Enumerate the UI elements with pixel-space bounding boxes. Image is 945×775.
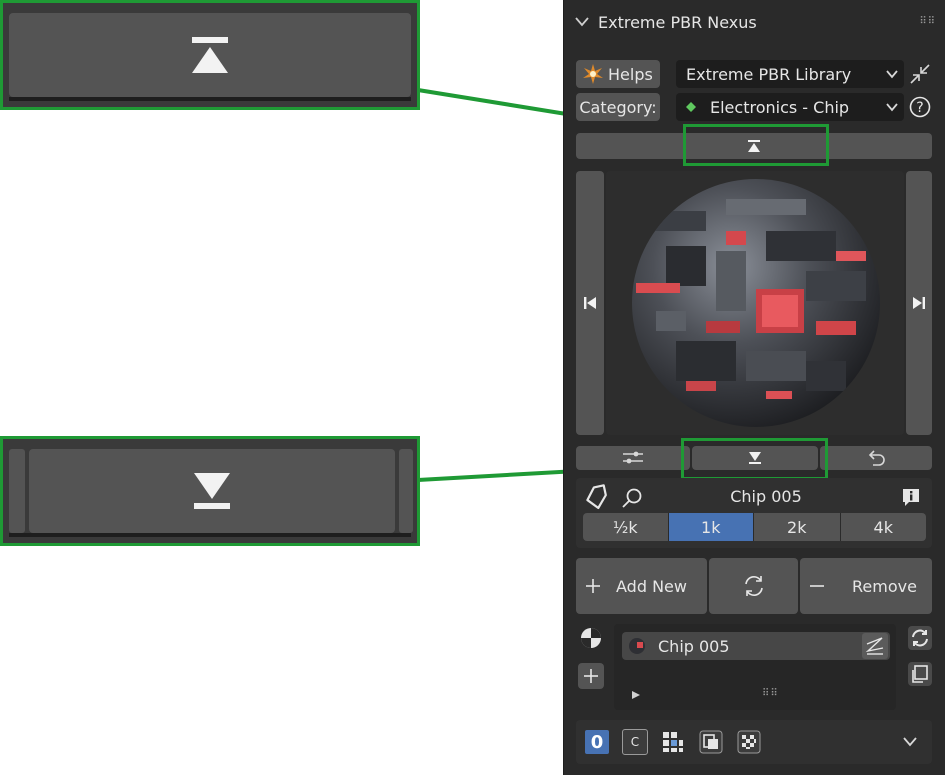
panel-title: Extreme PBR Nexus [598,12,757,32]
add-new-label: Add New [616,576,687,596]
slot-index-badge[interactable]: 0 [585,730,609,754]
next-material-button[interactable] [906,171,932,435]
stack-icon[interactable] [698,729,724,755]
add-new-button[interactable]: Add New [576,558,707,614]
category-label-box: Category: [576,93,660,121]
info-icon[interactable] [900,486,922,508]
resolution-option-1k[interactable]: 1k [668,513,754,541]
collapse-highlight [683,124,829,166]
library-value: Extreme PBR Library [686,64,852,84]
resolution-option-2k[interactable]: 2k [754,513,841,541]
helps-button[interactable]: Helps [576,60,660,88]
zoom-callout-expand [0,436,420,546]
resolution-selector: ½k 1k 2k 4k [583,513,926,541]
undo-icon [865,449,887,467]
refresh-button[interactable] [709,558,798,614]
material-slot-row[interactable]: Chip 005 [622,632,890,660]
category-label: Category: [579,97,657,117]
svg-text:?: ? [916,100,923,116]
helps-label: Helps [608,64,653,84]
chevron-down-icon [886,102,898,112]
drag-handle-icon[interactable]: ⠿⠿ [919,16,936,27]
minus-icon [810,579,824,593]
help-icon[interactable]: ? [908,95,932,119]
settings-tab[interactable] [576,446,690,470]
sliders-icon [622,450,644,466]
diamond-icon [686,102,696,112]
expand-triangle-icon[interactable] [630,689,642,701]
collapse-up-icon [190,35,230,75]
material-thumb-icon [628,637,646,655]
library-select[interactable]: Extreme PBR Library [676,60,904,88]
zoom-callout-collapse [0,0,420,110]
tag-icon[interactable] [584,484,610,510]
category-value: Electronics - Chip [710,97,850,117]
slot-material-name: Chip 005 [658,636,730,656]
remove-button[interactable]: Remove [800,558,932,614]
chevron-down-icon[interactable] [574,14,590,30]
expand-highlight [681,438,828,480]
plus-icon [586,579,600,593]
extreme-pbr-panel: Extreme PBR Nexus ⠿⠿ Helps Extreme PBR L… [563,0,945,775]
skip-previous-icon [583,296,597,310]
material-sphere-icon[interactable] [578,625,604,651]
resize-handle-icon[interactable]: ⠿⠿ [762,688,779,699]
chevron-down-icon[interactable] [900,733,920,751]
collapse-arrows-icon[interactable] [908,62,932,86]
remove-label: Remove [852,576,917,596]
zoom-collapse-button [9,13,411,97]
resolution-option-half[interactable]: ½k [583,513,669,541]
grid-icon[interactable] [660,729,686,755]
refresh-icon [742,574,766,598]
material-name: Chip 005 [730,487,802,506]
fake-user-icon[interactable] [862,633,888,659]
material-preview[interactable] [606,171,904,435]
chevron-down-icon [886,69,898,79]
search-icon[interactable] [620,486,644,510]
add-slot-button[interactable] [578,663,604,689]
sync-icon[interactable] [906,624,934,652]
category-select[interactable]: Electronics - Chip [676,93,904,121]
expand-down-icon [192,471,232,511]
zoom-expand-button [29,449,395,533]
checker-icon[interactable] [736,729,762,755]
duplicate-icon[interactable] [906,660,934,688]
burst-icon [582,63,604,85]
panel-header[interactable]: Extreme PBR Nexus ⠿⠿ [564,0,945,44]
undo-tab[interactable] [820,446,932,470]
previous-material-button[interactable] [576,171,604,435]
plus-icon [584,669,598,683]
material-sphere-image [632,179,880,427]
c-button[interactable]: C [622,729,648,755]
resolution-option-4k[interactable]: 4k [841,513,927,541]
skip-next-icon [912,296,926,310]
